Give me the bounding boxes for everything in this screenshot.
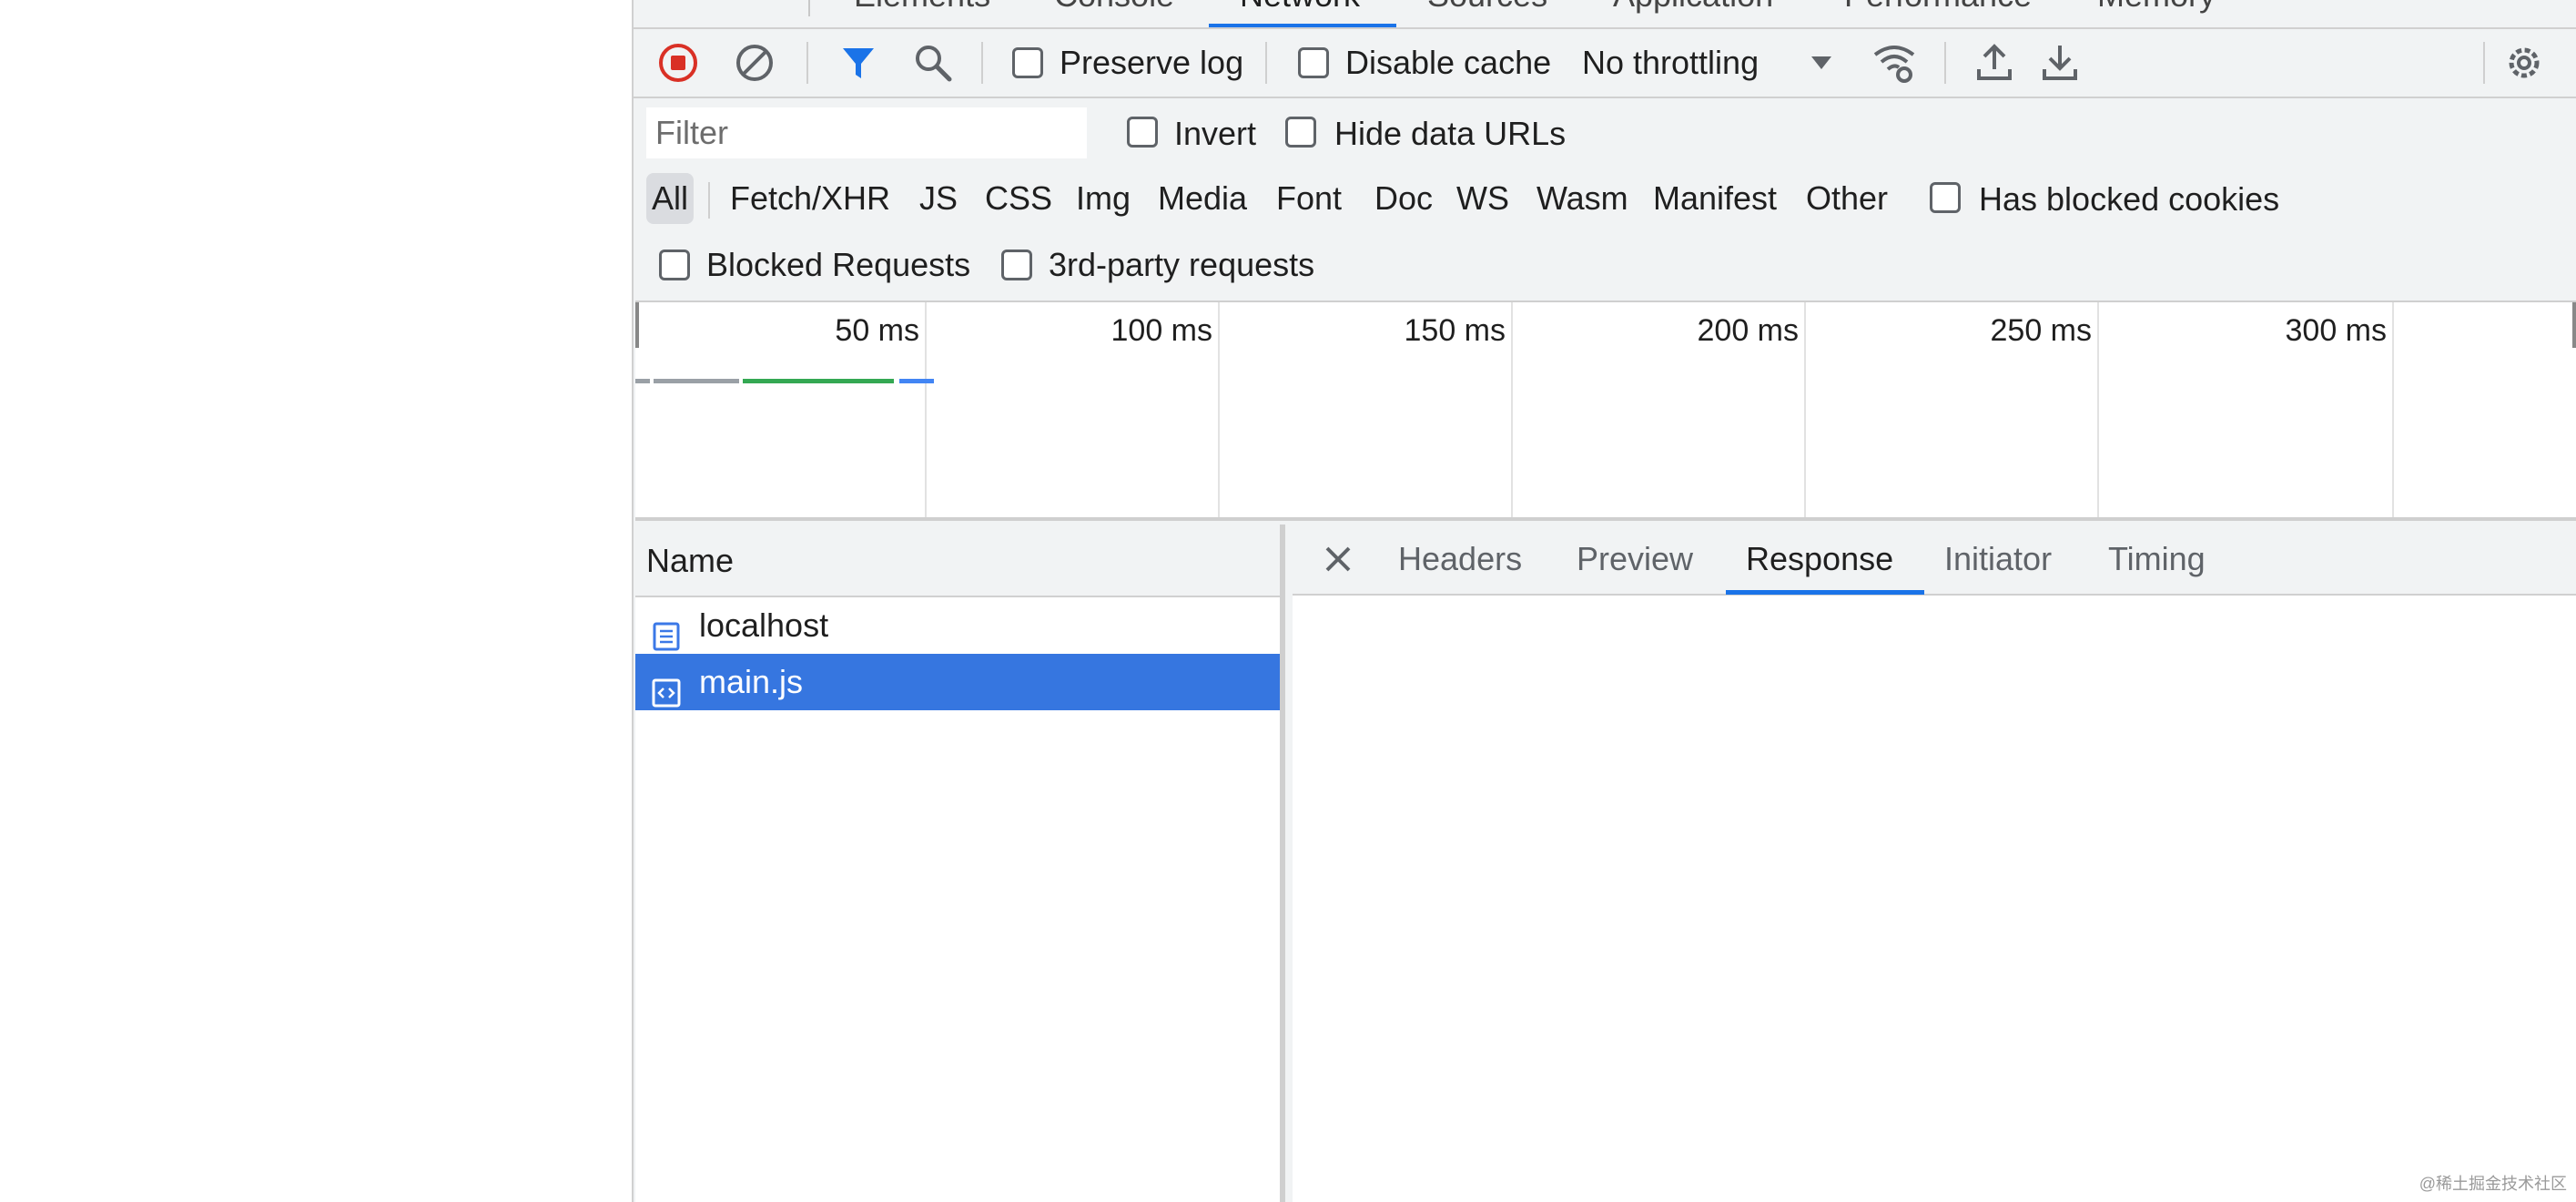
network-toolbar: Preserve log Disable cache No throttling xyxy=(634,29,2576,98)
devtools-panel: Elements Console Network Sources Applica… xyxy=(632,0,2576,1202)
has-blocked-cookies-label: Has blocked cookies xyxy=(1979,180,2280,218)
type-filter-ws[interactable]: WS xyxy=(1451,173,1515,224)
chevron-down-icon[interactable] xyxy=(1797,38,1846,87)
active-tab-indicator xyxy=(1209,24,1396,27)
gear-icon[interactable] xyxy=(2500,38,2549,87)
toolbar-separator xyxy=(806,42,808,84)
filter-bar: Invert Hide data URLs All Fetch/XHR JS C… xyxy=(634,100,2576,300)
hide-data-urls-label: Hide data URLs xyxy=(1334,115,1567,152)
column-header-name[interactable]: Name xyxy=(635,525,1280,597)
type-filter-css[interactable]: CSS xyxy=(979,173,1058,224)
watermark: @稀土掘金技术社区 xyxy=(2419,1175,2567,1193)
hide-data-urls-checkbox[interactable] xyxy=(1285,117,1316,148)
invert-checkbox[interactable] xyxy=(1127,117,1158,148)
tab-headers[interactable]: Headers xyxy=(1398,525,1522,594)
tab-elements[interactable]: Elements xyxy=(854,0,990,15)
tick-label-100: 100 ms xyxy=(1111,313,1213,348)
script-icon xyxy=(652,668,681,708)
tick-label-200: 200 ms xyxy=(1697,313,1800,348)
blocked-requests-label: Blocked Requests xyxy=(706,246,971,283)
type-filter-img[interactable]: Img xyxy=(1070,173,1136,224)
panel-tab-bar: Elements Console Network Sources Applica… xyxy=(634,0,2576,29)
type-filter-doc[interactable]: Doc xyxy=(1369,173,1438,224)
request-row-localhost[interactable]: localhost xyxy=(635,597,1280,654)
tab-sources[interactable]: Sources xyxy=(1427,0,1547,15)
preserve-log-label: Preserve log xyxy=(1060,44,1244,81)
type-separator xyxy=(708,182,710,219)
type-filter-wasm[interactable]: Wasm xyxy=(1531,173,1634,224)
overview-start-handle[interactable] xyxy=(635,302,639,348)
overview-end-handle[interactable] xyxy=(2572,302,2576,348)
tab-performance[interactable]: Performance xyxy=(1844,0,2032,15)
tab-application[interactable]: Application xyxy=(1613,0,1773,15)
toolbar-separator xyxy=(1265,42,1267,84)
disable-cache-checkbox[interactable] xyxy=(1298,47,1329,78)
overview-bar-script xyxy=(899,379,934,383)
grid-line xyxy=(1218,302,1220,517)
third-party-label: 3rd-party requests xyxy=(1049,246,1315,283)
tab-network[interactable]: Network xyxy=(1240,0,1360,15)
overview-bar-waiting xyxy=(635,379,650,383)
grid-line xyxy=(2392,302,2394,517)
request-row-main-js[interactable]: main.js xyxy=(635,654,1280,710)
blocked-requests-checkbox[interactable] xyxy=(659,250,690,280)
tick-label-300: 300 ms xyxy=(2285,313,2388,348)
tab-separator xyxy=(808,0,810,16)
overview-bar-waiting xyxy=(654,379,739,383)
overview-bar-download xyxy=(743,379,894,383)
record-stop-icon[interactable] xyxy=(654,38,703,87)
toolbar-separator xyxy=(2483,42,2485,84)
request-list: Name localhost main.js xyxy=(635,525,1285,1202)
document-icon xyxy=(652,612,681,651)
grid-line xyxy=(925,302,927,517)
grid-line xyxy=(1511,302,1513,517)
grid-line xyxy=(2097,302,2099,517)
tick-label-50: 50 ms xyxy=(835,313,919,348)
type-filter-font[interactable]: Font xyxy=(1271,173,1347,224)
tab-console[interactable]: Console xyxy=(1054,0,1174,15)
funnel-icon[interactable] xyxy=(834,38,883,87)
tick-label-250: 250 ms xyxy=(1990,313,2093,348)
type-filter-media[interactable]: Media xyxy=(1152,173,1253,224)
search-icon[interactable] xyxy=(908,38,958,87)
network-overview[interactable]: 50 ms 100 ms 150 ms 200 ms 250 ms 300 ms xyxy=(635,300,2576,521)
tab-initiator[interactable]: Initiator xyxy=(1944,525,2052,594)
type-filter-all[interactable]: All xyxy=(646,173,695,224)
request-name: localhost xyxy=(699,606,829,644)
close-icon[interactable] xyxy=(1320,541,1356,577)
type-filter-fetch-xhr[interactable]: Fetch/XHR xyxy=(725,173,896,224)
download-icon[interactable] xyxy=(2035,38,2084,87)
disable-cache-label: Disable cache xyxy=(1345,44,1552,81)
type-filter-js[interactable]: JS xyxy=(914,173,963,224)
type-filter-other[interactable]: Other xyxy=(1800,173,1893,224)
has-blocked-cookies-checkbox[interactable] xyxy=(1930,182,1961,213)
third-party-checkbox[interactable] xyxy=(1001,250,1032,280)
details-tab-bar: Headers Preview Response Initiator Timin… xyxy=(1293,525,2576,596)
clear-icon[interactable] xyxy=(730,38,779,87)
tab-response[interactable]: Response xyxy=(1746,525,1893,594)
request-name: main.js xyxy=(699,663,804,700)
toolbar-separator xyxy=(1944,42,1946,84)
wifi-settings-icon[interactable] xyxy=(1870,38,1919,87)
tab-timing[interactable]: Timing xyxy=(2108,525,2206,594)
toolbar-separator xyxy=(981,42,983,84)
throttling-select[interactable]: No throttling xyxy=(1582,44,1759,82)
grid-line xyxy=(1804,302,1806,517)
request-details-pane: Headers Preview Response Initiator Timin… xyxy=(1293,525,2576,1202)
tab-preview[interactable]: Preview xyxy=(1577,525,1693,594)
preserve-log-checkbox[interactable] xyxy=(1012,47,1043,78)
tab-memory[interactable]: Memory xyxy=(2097,0,2216,15)
type-filter-manifest[interactable]: Manifest xyxy=(1648,173,1782,224)
tick-label-150: 150 ms xyxy=(1404,313,1506,348)
filter-input[interactable] xyxy=(646,107,1087,158)
upload-icon[interactable] xyxy=(1970,38,2019,87)
active-details-tab-indicator xyxy=(1726,590,1924,595)
invert-label: Invert xyxy=(1174,115,1257,152)
